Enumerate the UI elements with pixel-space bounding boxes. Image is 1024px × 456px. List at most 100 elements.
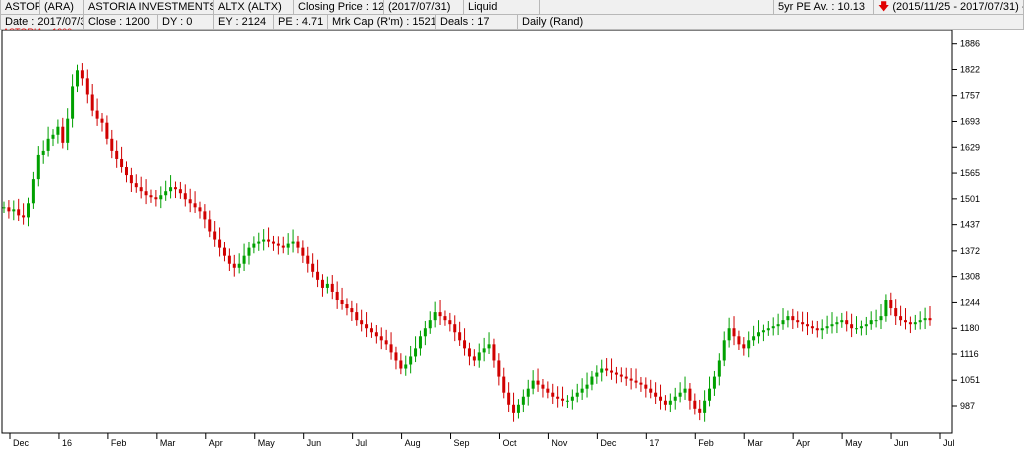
candle-body [806,324,810,327]
candle-body [742,344,746,349]
candle-body [580,388,584,393]
candle-body [12,209,16,212]
plot-frame [1,29,953,434]
closing-price: Closing Price : 1200 [294,0,384,14]
candle-body [776,324,780,327]
candle-body [51,134,55,139]
candle-body [26,203,30,218]
candle-body [536,380,540,385]
x-tick-label: Dec [600,438,617,448]
candle-body [859,326,863,329]
candle-body [448,320,452,325]
candle-body [678,392,682,397]
stat-period: Daily (Rand) [518,15,1024,29]
stats-bar: Date : 2017/07/31 Close : 1200 DY : 0 EY… [0,15,1024,30]
candle-body [95,110,99,119]
candle-body [708,388,712,401]
candle-body [418,336,422,349]
candle-body [340,300,344,305]
candle-body [497,360,501,377]
candle-body [281,245,285,248]
candle-body [928,318,932,321]
candle-body [237,263,241,268]
candle-body [712,376,716,389]
candle-body [561,398,565,401]
candle-body [619,374,623,377]
candle-body [129,175,133,184]
candle-body [110,138,114,151]
candle-body [374,332,378,337]
period-change: 🡇 (2015/11/25 - 2017/07/31) -17.9 % [874,0,1024,14]
candle-body [815,328,819,331]
candle-body [605,368,609,371]
candle-body [36,154,40,180]
candle-body [301,247,305,256]
candle-body [766,328,770,331]
ticker: ASTORIA [0,0,40,14]
candle-body [178,189,182,194]
candle-body [835,322,839,325]
candle-body [311,263,315,272]
candle-body [355,312,359,321]
candle-body [90,94,94,111]
y-tick-label: 1629 [960,142,980,152]
candle-body [105,122,109,139]
candle-body [198,207,202,212]
candle-body [66,118,70,143]
y-tick-label: 1372 [960,246,980,256]
candle-body [208,219,212,232]
candle-body [864,324,868,327]
x-tick-label: May [845,438,863,448]
candle-body [698,408,702,413]
candle-body [291,241,295,244]
candle-body [433,312,437,321]
x-tick-label: Aug [405,438,421,448]
candle-body [267,239,271,242]
candle-body [247,247,251,256]
candle-body [644,384,648,389]
candle-body [516,404,520,413]
candle-body [316,271,320,280]
candle-body [409,356,413,365]
candle-body [570,396,574,401]
candle-body [668,400,672,405]
candle-body [629,378,633,381]
candle-body [693,400,697,409]
ticker-code: (ARA) [40,0,84,14]
candle-body [467,348,471,357]
price-chart: 1886 1822 1757 1693 1629 1565 1501 1437 1372 1308… [1,29,980,448]
candle-body [453,324,457,333]
candle-body [703,400,707,413]
candle-body [17,209,21,216]
period-change-text: (2015/11/25 - 2017/07/31) -17.9 % [892,1,1023,13]
candle-body [218,239,222,248]
candle-body [855,328,859,330]
company-name: ASTORIA INVESTMENTS LTD [84,0,214,14]
candle-body [213,231,217,240]
candle-body [365,324,369,329]
candle-body [438,312,442,317]
candle-body [610,370,614,373]
candle-body [565,400,569,402]
candle-body [262,239,266,242]
candle-body [634,380,638,383]
candle-body [624,376,628,379]
x-tick-label: Feb [698,438,714,448]
y-tick-label: 1757 [960,91,980,101]
header-spacer [540,0,774,14]
candle-body [786,316,790,321]
candle-body [590,376,594,385]
x-tick-label: Sep [454,438,470,448]
candle-body [869,320,873,325]
x-tick-label: Nov [551,438,568,448]
candle-body [379,336,383,341]
candle-body [80,70,84,79]
y-tick-label: 1886 [960,39,980,49]
candle-body [271,241,275,244]
candle-body [761,330,765,333]
candle-body [884,300,888,317]
y-tick-label: 1565 [960,168,980,178]
candle-body [325,283,329,288]
x-tick-label: Oct [502,438,517,448]
candle-body [899,316,903,321]
